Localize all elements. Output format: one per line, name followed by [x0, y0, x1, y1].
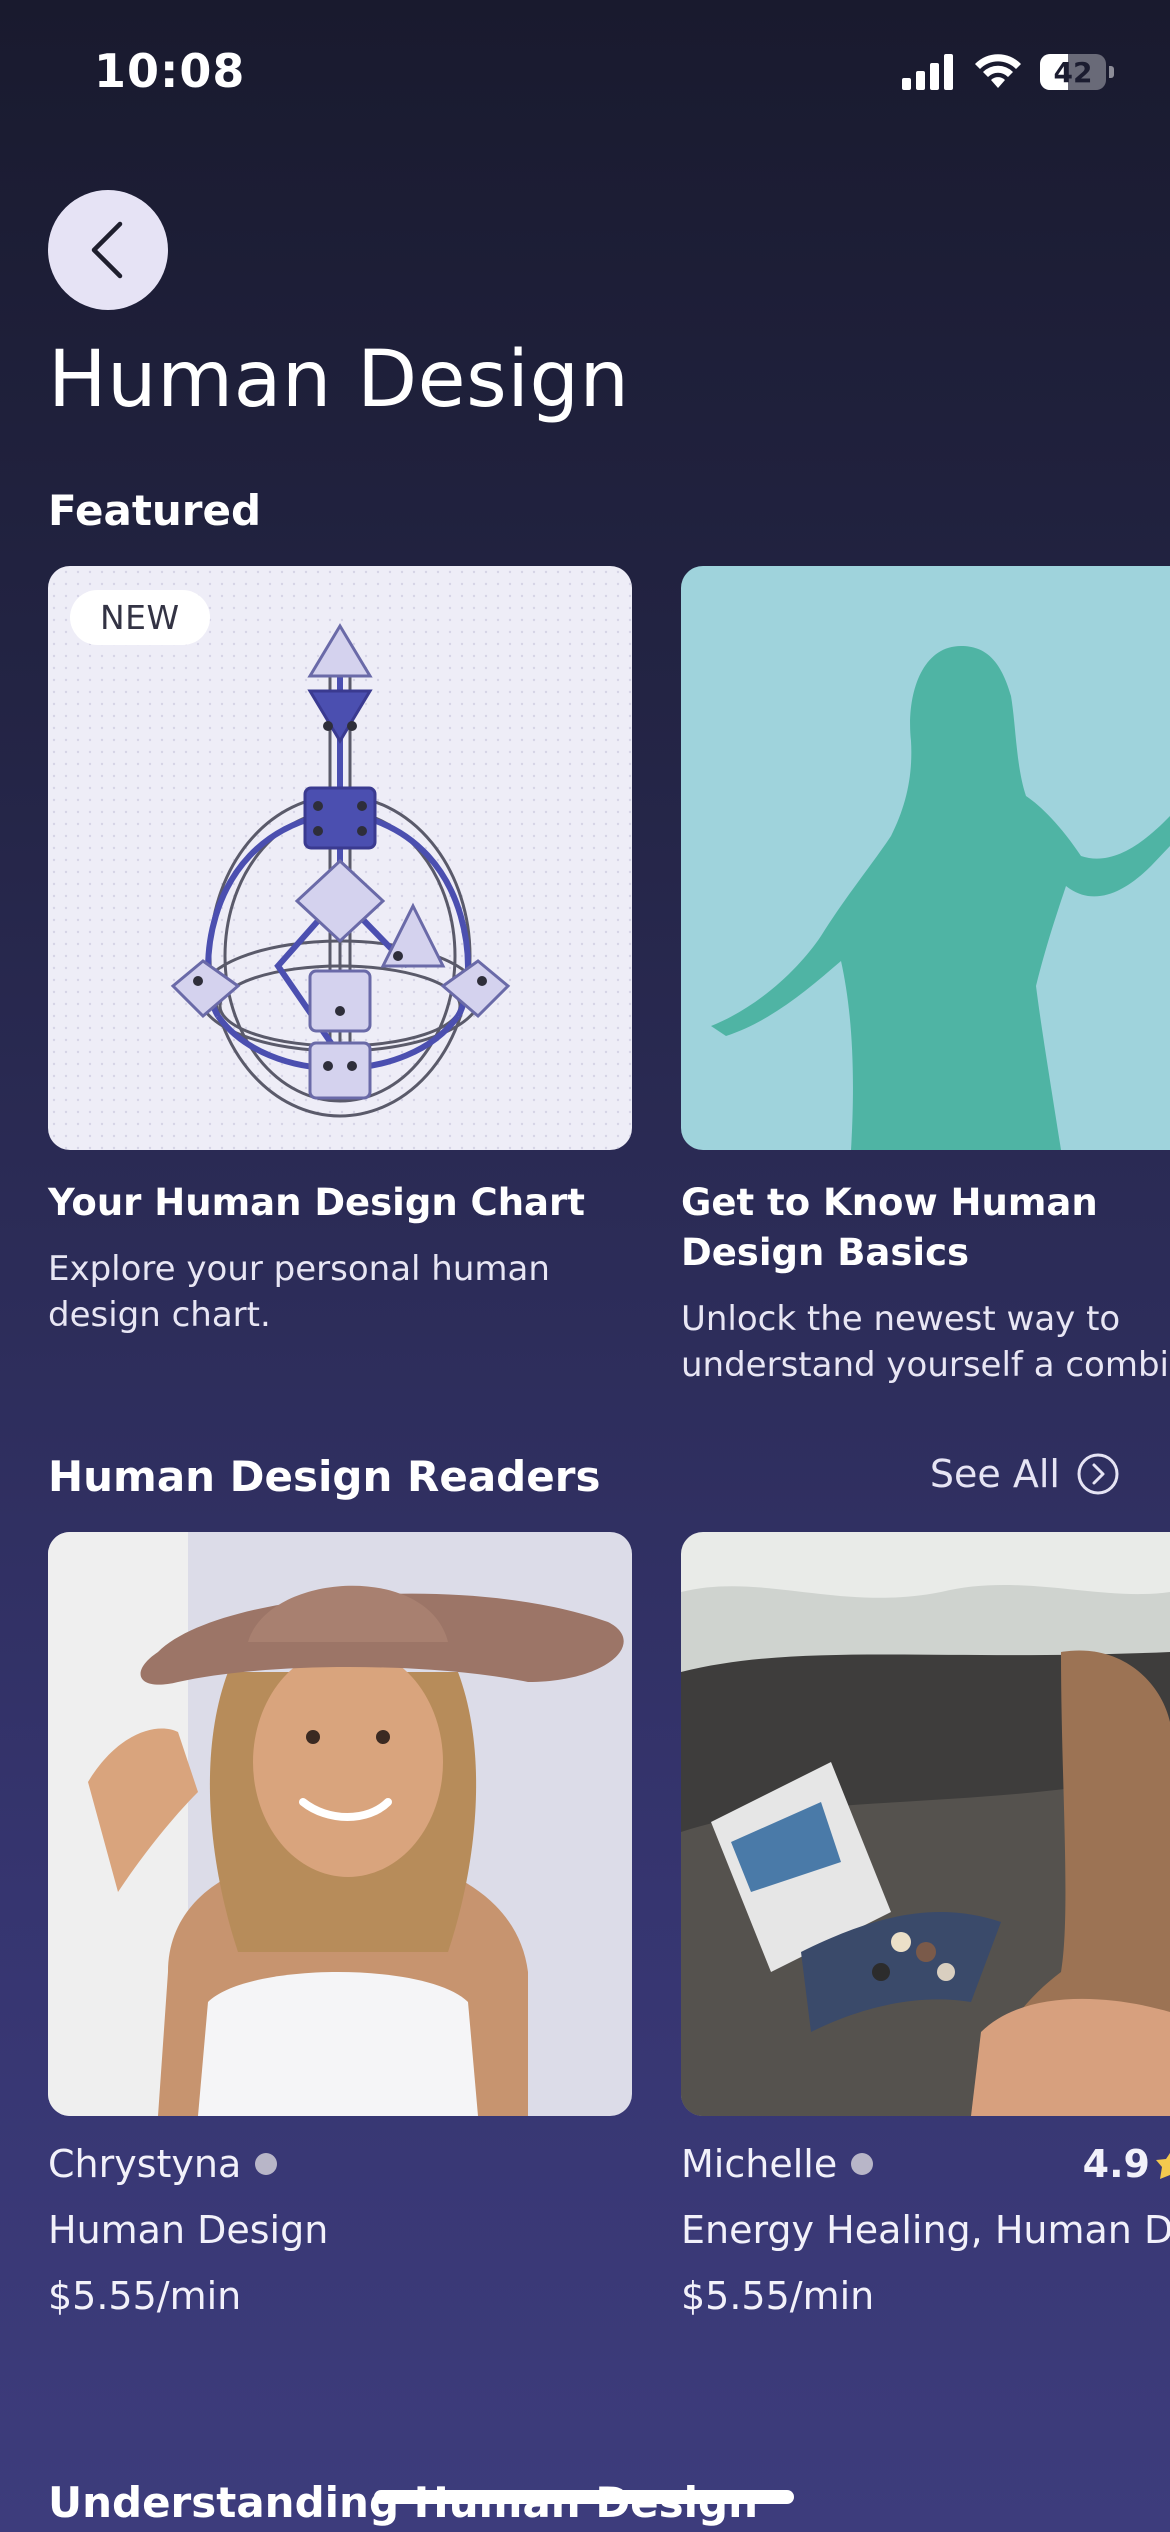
woman-silhouette — [711, 646, 1170, 1150]
page-title: Human Design — [48, 335, 630, 425]
battery-icon: 42 — [1040, 54, 1106, 90]
reader-photo — [681, 1532, 1170, 2116]
featured-card-title: Get to Know Human Design Basics — [681, 1181, 1098, 1274]
chevron-left-icon — [91, 221, 123, 279]
reader-card-michelle[interactable]: Michelle 4.9 Energy Healing, Human Des $… — [681, 1532, 1170, 2318]
reader-specialty: Human Design — [48, 2208, 329, 2252]
cellular-signal-icon — [902, 54, 953, 90]
readers-section-title: Human Design Readers — [48, 1452, 601, 1501]
reader-price: $5.55/min — [48, 2274, 242, 2318]
featured-card-description: Explore your personal human design chart… — [48, 1249, 550, 1335]
featured-card-title: Your Human Design Chart — [48, 1181, 585, 1224]
reader-name: Chrystyna — [48, 2142, 242, 2186]
reader-photo — [48, 1532, 632, 2116]
see-all-link[interactable]: See All — [930, 1452, 1120, 1496]
reader-outdoor-illustration — [681, 1532, 1170, 2116]
featured-card-basics[interactable]: Get to Know Human Design Basics Unlock t… — [681, 566, 1170, 1388]
reader-name: Michelle — [681, 2142, 838, 2186]
reader-name-row: Michelle 4.9 — [681, 2142, 1170, 2186]
online-status-dot — [255, 2153, 278, 2175]
status-icons: 42 — [902, 52, 1114, 92]
reader-price: $5.55/min — [681, 2274, 875, 2318]
reader-portrait-illustration — [48, 1532, 632, 2116]
silhouette-image — [681, 566, 1170, 1150]
reader-card-chrystyna[interactable]: Chrystyna Human Design $5.55/min — [48, 1532, 632, 2318]
battery-nub — [1109, 66, 1114, 78]
featured-card-description: Unlock the newest way to understand your… — [681, 1299, 1170, 1385]
chevron-right-circle-icon — [1077, 1453, 1119, 1495]
reader-specialty: Energy Healing, Human Des — [681, 2208, 1170, 2252]
reader-name-row: Chrystyna — [48, 2142, 632, 2186]
featured-card-chart[interactable]: NEW Your Human Design Chart Explore your… — [48, 566, 632, 1338]
featured-section-title: Featured — [48, 486, 262, 535]
reader-rating: 4.9 — [1083, 2142, 1170, 2186]
human-design-chart-image: NEW — [48, 566, 632, 1150]
star-icon — [1156, 2153, 1170, 2179]
wifi-icon — [975, 54, 1021, 88]
bodygraph-illustration — [48, 566, 632, 1150]
home-indicator[interactable] — [374, 2490, 794, 2504]
see-all-label: See All — [929, 1452, 1060, 1496]
online-status-dot — [851, 2153, 874, 2175]
screen: 10:08 42 Human Design Featured NEW Your … — [0, 0, 1170, 2532]
status-time: 10:08 — [94, 44, 246, 98]
rating-value: 4.9 — [1082, 2142, 1150, 2186]
new-badge: NEW — [70, 590, 210, 645]
battery-level: 42 — [1053, 55, 1093, 89]
back-button[interactable] — [48, 190, 168, 310]
